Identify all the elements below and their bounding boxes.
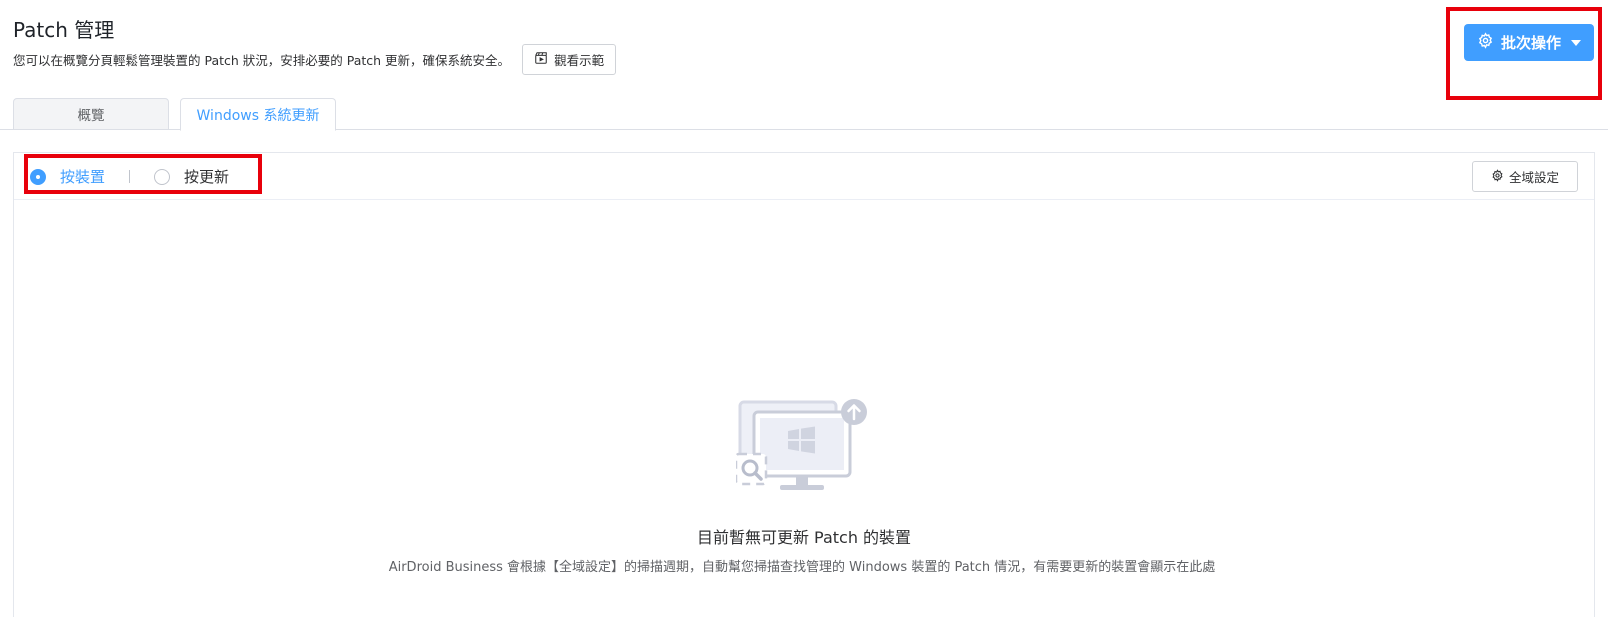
radio-unchecked-icon bbox=[154, 168, 171, 185]
video-clapper-icon bbox=[534, 51, 548, 68]
batch-operation-button[interactable]: 批次操作 bbox=[1464, 24, 1594, 61]
panel-header: 按裝置 按更新 全域設定 bbox=[14, 153, 1594, 200]
page-title: Patch 管理 bbox=[13, 18, 115, 42]
empty-state-description: AirDroid Business 會根據【全域設定】的掃描週期，自動幫您掃描查… bbox=[388, 560, 1216, 575]
description-row: 您可以在概覽分頁輕鬆管理裝置的 Patch 狀況，安排必要的 Patch 更新，… bbox=[13, 44, 617, 75]
caret-down-icon bbox=[1571, 39, 1581, 46]
monitor-update-icon bbox=[734, 398, 871, 494]
radio-by-device[interactable]: 按裝置 bbox=[30, 166, 105, 187]
batch-operation-label: 批次操作 bbox=[1500, 34, 1561, 52]
radio-by-device-label: 按裝置 bbox=[60, 168, 106, 186]
radio-by-update[interactable]: 按更新 bbox=[154, 166, 229, 187]
watch-demo-label: 觀看示範 bbox=[554, 53, 605, 68]
radio-separator bbox=[129, 170, 131, 183]
empty-state-title: 目前暫無可更新 Patch 的裝置 bbox=[696, 528, 912, 547]
global-settings-label: 全域設定 bbox=[1508, 170, 1559, 185]
tab-overview[interactable]: 概覽 bbox=[13, 98, 169, 130]
page-description: 您可以在概覽分頁輕鬆管理裝置的 Patch 狀況，安排必要的 Patch 更新，… bbox=[13, 53, 511, 68]
tab-windows-update[interactable]: Windows 系統更新 bbox=[180, 98, 336, 131]
view-mode-radio-group: 按裝置 按更新 bbox=[30, 153, 229, 200]
global-settings-button[interactable]: 全域設定 bbox=[1472, 161, 1578, 192]
patch-management-page: Patch 管理 您可以在概覽分頁輕鬆管理裝置的 Patch 狀況，安排必要的 … bbox=[0, 0, 1608, 617]
radio-by-update-label: 按更新 bbox=[184, 168, 230, 186]
gear-icon bbox=[1477, 32, 1494, 53]
watch-demo-button[interactable]: 觀看示範 bbox=[522, 44, 617, 75]
radio-checked-icon bbox=[30, 168, 46, 185]
gear-icon bbox=[1491, 168, 1504, 185]
